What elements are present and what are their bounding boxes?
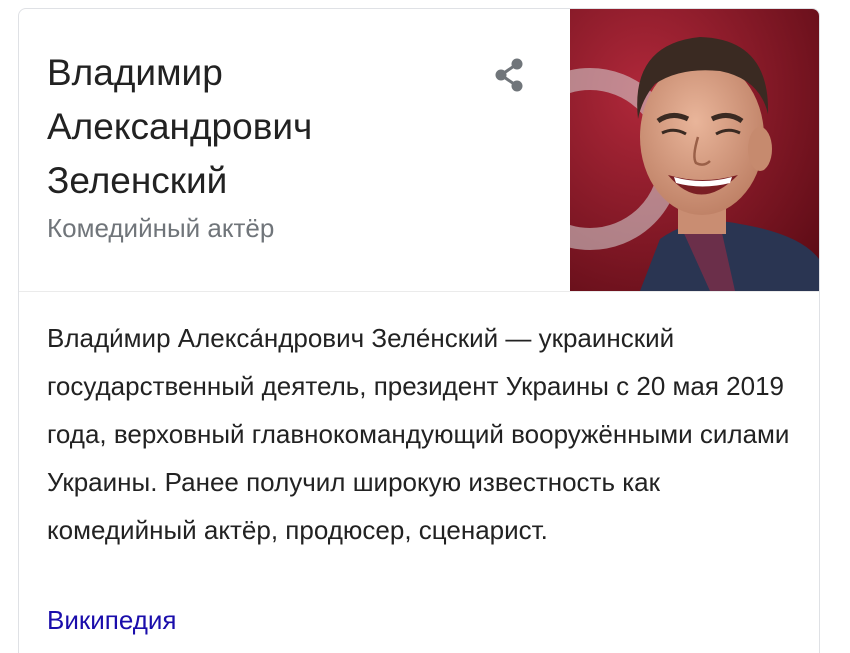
share-button[interactable] [489,55,529,95]
knowledge-panel: Владимир Александрович Зеленский Комедий… [18,8,820,653]
portrait-image [570,9,819,291]
panel-header: Владимир Александрович Зеленский Комедий… [19,9,819,292]
share-icon [495,58,523,92]
panel-title: Владимир Александрович Зеленский [47,52,313,201]
panel-description: Влади́мир Алекса́ндрович Зеле́нский — ук… [47,323,790,545]
panel-subtitle: Комедийный актёр [47,213,275,243]
wikipedia-link[interactable]: Википедия [47,601,177,639]
person-photo[interactable] [570,9,819,291]
